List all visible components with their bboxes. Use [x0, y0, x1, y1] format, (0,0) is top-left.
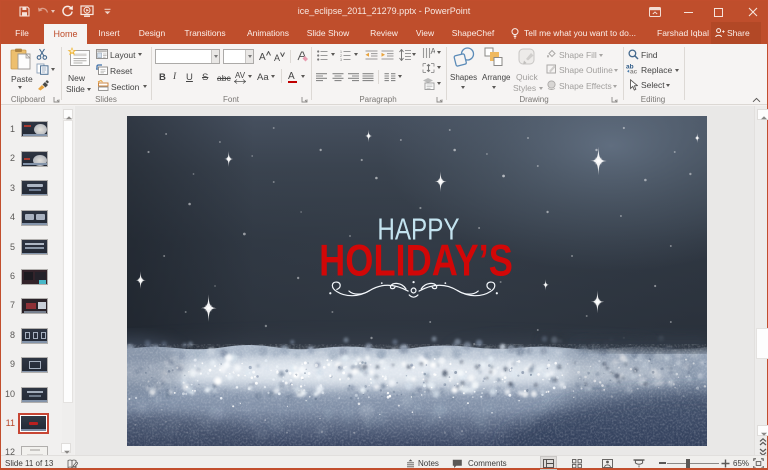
svg-text:HOLIDAY’S: HOLIDAY’S [319, 236, 513, 286]
svg-text:ac: ac [630, 69, 638, 75]
svg-text:A: A [431, 47, 436, 56]
svg-text:3: 3 [340, 58, 342, 61]
